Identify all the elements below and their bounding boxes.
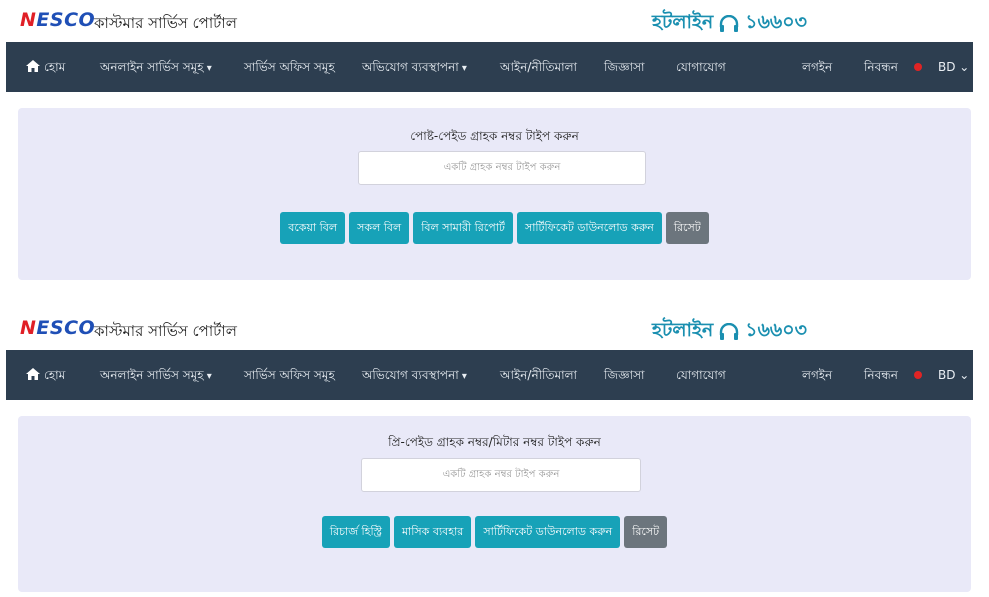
headset-icon [720, 15, 739, 32]
nav-home[interactable]: হোম [26, 42, 65, 92]
prepaid-customer-number-input[interactable]: একটি গ্রাহক নম্বর টাইপ করুন [361, 458, 641, 492]
nav-law[interactable]: আইন/নীতিমালা [500, 350, 577, 400]
postpaid-prompt: পোষ্ট-পেইড গ্রাহক নম্বর টাইপ করুন [410, 129, 579, 143]
notification-dot [914, 371, 922, 379]
nav-login[interactable]: লগইন [802, 42, 832, 92]
home-icon [26, 368, 40, 380]
portal-title: কাস্টমার সার্ভিস পোর্টাল [94, 14, 237, 32]
notification-dot [914, 63, 922, 71]
hotline-number: ১৬৬০৩ [745, 11, 807, 33]
portal-title: কাস্টমার সার্ভিস পোর্টাল [94, 322, 237, 340]
hotline: হটলাইন ১৬৬০৩ [652, 316, 807, 348]
main-navbar: হোম অনলাইন সার্ভিস সমূহ সার্ভিস অফিস সমূ… [6, 350, 973, 400]
hotline-label: হটলাইন [652, 319, 714, 341]
due-bill-button[interactable]: বকেয়া বিল [280, 212, 346, 244]
brand-bar: NESCO কাস্টমার সার্ভিস পোর্টাল হটলাইন ১৬… [0, 0, 989, 42]
nesco-logo[interactable]: NESCO [20, 317, 95, 339]
prepaid-button-row: রিচার্জ হিস্ট্রি মাসিক ব্যবহার সার্টিফিক… [18, 516, 971, 548]
monthly-usage-button[interactable]: মাসিক ব্যবহার [393, 516, 472, 548]
nav-register[interactable]: নিবন্ধন [864, 350, 898, 400]
nav-faq[interactable]: জিজ্ঞাসা [604, 350, 645, 400]
chevron-down-icon: ⌄ [955, 60, 970, 74]
nav-home[interactable]: হোম [26, 350, 65, 400]
certificate-download-button[interactable]: সার্টিফিকেট ডাউনলোড করুন [475, 516, 621, 548]
hotline-label: হটলাইন [652, 11, 714, 33]
nav-online-services[interactable]: অনলাইন সার্ভিস সমূহ [100, 350, 212, 400]
prepaid-search-panel: প্রি-পেইড গ্রাহক নম্বর/মিটার নম্বর টাইপ … [18, 416, 971, 592]
home-icon [26, 60, 40, 72]
postpaid-button-row: বকেয়া বিল সকল বিল বিল সামারী রিপোর্ট সা… [18, 212, 971, 244]
nav-law[interactable]: আইন/নীতিমালা [500, 42, 577, 92]
nav-contact[interactable]: যোগাযোগ [676, 350, 726, 400]
reset-button[interactable]: রিসেট [665, 212, 709, 244]
certificate-download-button[interactable]: সার্টিফিকেট ডাউনলোড করুন [516, 212, 662, 244]
language-selector[interactable]: BD ⌄ [938, 350, 969, 400]
nav-login[interactable]: লগইন [802, 350, 832, 400]
nesco-logo[interactable]: NESCO [20, 9, 95, 31]
postpaid-customer-number-input[interactable]: একটি গ্রাহক নম্বর টাইপ করুন [358, 151, 646, 185]
recharge-history-button[interactable]: রিচার্জ হিস্ট্রি [321, 516, 390, 548]
bill-summary-report-button[interactable]: বিল সামারী রিপোর্ট [413, 212, 513, 244]
chevron-down-icon: ⌄ [955, 368, 970, 382]
prepaid-screen: NESCO কাস্টমার সার্ভিস পোর্টাল হটলাইন ১৬… [0, 308, 989, 597]
nav-online-services[interactable]: অনলাইন সার্ভিস সমূহ [100, 42, 212, 92]
brand-bar: NESCO কাস্টমার সার্ভিস পোর্টাল হটলাইন ১৬… [0, 308, 989, 350]
hotline: হটলাইন ১৬৬০৩ [652, 8, 807, 40]
language-selector[interactable]: BD ⌄ [938, 42, 969, 92]
postpaid-placeholder: একটি গ্রাহক নম্বর টাইপ করুন [443, 162, 561, 173]
nav-contact[interactable]: যোগাযোগ [676, 42, 726, 92]
nav-complaints[interactable]: অভিযোগ ব্যবস্থাপনা [362, 350, 467, 400]
all-bills-button[interactable]: সকল বিল [349, 212, 410, 244]
reset-button[interactable]: রিসেট [624, 516, 668, 548]
main-navbar: হোম অনলাইন সার্ভিস সমূহ সার্ভিস অফিস সমূ… [6, 42, 973, 92]
headset-icon [720, 323, 739, 340]
nav-faq[interactable]: জিজ্ঞাসা [604, 42, 645, 92]
nav-service-offices[interactable]: সার্ভিস অফিস সমূহ [244, 42, 335, 92]
nav-service-offices[interactable]: সার্ভিস অফিস সমূহ [244, 350, 335, 400]
nav-complaints[interactable]: অভিযোগ ব্যবস্থাপনা [362, 42, 467, 92]
postpaid-screen: NESCO কাস্টমার সার্ভিস পোর্টাল হটলাইন ১৬… [0, 0, 989, 300]
postpaid-search-panel: পোষ্ট-পেইড গ্রাহক নম্বর টাইপ করুন একটি গ… [18, 108, 971, 280]
prepaid-placeholder: একটি গ্রাহক নম্বর টাইপ করুন [442, 469, 560, 480]
nav-register[interactable]: নিবন্ধন [864, 42, 898, 92]
prepaid-prompt: প্রি-পেইড গ্রাহক নম্বর/মিটার নম্বর টাইপ … [388, 435, 601, 449]
hotline-number: ১৬৬০৩ [745, 319, 807, 341]
